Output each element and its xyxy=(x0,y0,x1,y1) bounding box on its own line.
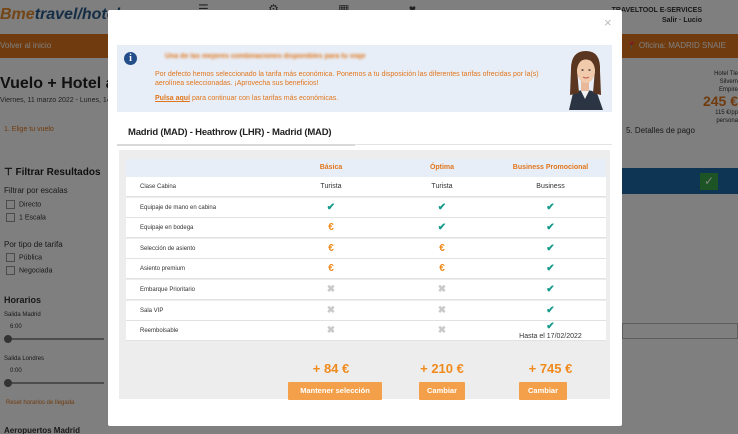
tab-underline xyxy=(117,144,355,146)
info-text: Por defecto hemos seleccionado la tarifa… xyxy=(155,71,539,87)
cross-icon: ✖ xyxy=(291,321,371,341)
check-icon: ✔ xyxy=(546,222,555,234)
euro-icon: € xyxy=(402,259,482,279)
check-icon: ✔ xyxy=(402,218,482,238)
change-optima-button[interactable]: Cambiar xyxy=(419,382,465,400)
info-title: Una de las mejores combinaciones disponi… xyxy=(165,53,366,60)
fare-cell-business: Business xyxy=(536,183,565,190)
cross-icon: ✖ xyxy=(402,321,482,341)
price-optima: + 210 € xyxy=(420,361,464,376)
fare-row-label: Asiento premium xyxy=(140,266,186,273)
fare-row: Asiento premium € € ✔ xyxy=(126,259,606,280)
cross-icon: ✖ xyxy=(291,280,371,300)
cross-icon: ✖ xyxy=(437,284,447,295)
cross-icon: ✖ xyxy=(326,284,336,295)
tab-route[interactable]: Madrid (MAD) - Heathrow (LHR) - Madrid (… xyxy=(128,127,332,138)
fare-row: Equipaje de mano en cabina ✔ ✔ ✔ xyxy=(126,197,606,218)
fare-header-optima: Óptima xyxy=(429,164,455,171)
fare-comparison-card: Básica Óptima Business Promocional Clase… xyxy=(119,150,610,400)
fare-header-basic: Básica xyxy=(319,164,343,171)
divider xyxy=(355,144,612,145)
continue-cheapest-link[interactable]: Pulsa aquí xyxy=(155,95,190,102)
cross-icon: ✖ xyxy=(437,304,447,316)
info-link-text: Pulsa aquí para continuar con las tarifa… xyxy=(155,95,339,102)
fare-cell-optima: Turista xyxy=(431,183,453,190)
check-icon: ✔ xyxy=(546,242,555,254)
cross-icon: ✖ xyxy=(437,325,447,337)
cross-icon: ✖ xyxy=(402,301,482,321)
fare-row: Equipaje en bodega € ✔ ✔ xyxy=(126,218,606,239)
euro-icon: € xyxy=(328,222,334,234)
euro-icon: € xyxy=(291,239,371,259)
fare-row-label: Equipaje en bodega xyxy=(140,225,194,232)
info-banner: i Una de las mejores combinaciones dispo… xyxy=(117,45,612,112)
check-icon: ✔ xyxy=(437,201,447,213)
fare-row: Embarque Prioritario ✖ ✖ ✔ xyxy=(126,280,606,300)
check-icon: ✔ xyxy=(326,201,336,213)
check-icon: ✔ xyxy=(546,201,555,213)
check-icon: ✔ xyxy=(546,263,555,275)
agent-avatar xyxy=(559,47,611,110)
check-icon: ✔ xyxy=(402,198,482,218)
close-icon[interactable]: × xyxy=(604,15,612,30)
euro-icon: € xyxy=(439,263,445,275)
fare-row-label: Selección de asiento xyxy=(140,245,196,252)
price-basic: + 84 € xyxy=(312,361,350,376)
check-icon: ✔ xyxy=(546,284,555,295)
change-business-button[interactable]: Cambiar xyxy=(519,382,567,400)
check-icon: ✔ xyxy=(498,239,603,259)
fare-row: Clase Cabina Turista Turista Business xyxy=(126,177,606,197)
euro-icon: € xyxy=(328,242,334,254)
check-icon: ✔ xyxy=(498,198,603,218)
check-icon: ✔ Hasta el 17/02/2022 xyxy=(498,321,603,341)
fare-row-label: Sala VIP xyxy=(140,307,164,314)
check-icon: ✔ xyxy=(546,321,555,333)
euro-icon: € xyxy=(402,239,482,259)
check-icon: ✔ xyxy=(498,218,603,238)
price-business: + 745 € xyxy=(528,361,573,376)
check-icon: ✔ xyxy=(291,198,371,218)
fare-prices: + 84 € + 210 € + 745 € Mantener selecció… xyxy=(126,361,606,409)
keep-selection-button[interactable]: Mantener selección xyxy=(288,382,382,400)
check-icon: ✔ xyxy=(498,280,603,300)
fare-header-business: Business Promocional xyxy=(512,164,589,171)
fare-table-header: Básica Óptima Business Promocional xyxy=(126,159,606,177)
cross-icon: ✖ xyxy=(326,325,336,337)
fare-row-label: Equipaje de mano en cabina xyxy=(140,204,217,211)
cross-icon: ✖ xyxy=(402,280,482,300)
euro-icon: € xyxy=(291,218,371,238)
fare-row-label: Clase Cabina xyxy=(140,184,177,190)
check-icon: ✔ xyxy=(498,259,603,279)
info-icon: i xyxy=(124,52,137,65)
fare-cell-basic: Turista xyxy=(320,183,342,190)
fare-row-label: Embarque Prioritario xyxy=(140,287,196,293)
fare-upgrade-modal: × i Una de las mejores combinaciones dis… xyxy=(108,10,622,426)
euro-icon: € xyxy=(328,263,334,275)
check-icon: ✔ xyxy=(498,301,603,321)
refund-deadline: Hasta el 17/02/2022 xyxy=(519,333,582,341)
check-icon: ✔ xyxy=(546,304,555,316)
fare-row: Sala VIP ✖ ✖ ✔ xyxy=(126,300,606,321)
cross-icon: ✖ xyxy=(291,301,371,321)
check-icon: ✔ xyxy=(437,222,447,234)
cross-icon: ✖ xyxy=(326,304,336,316)
euro-icon: € xyxy=(439,242,445,254)
euro-icon: € xyxy=(291,259,371,279)
fare-row-label: Reembolsable xyxy=(140,328,179,335)
fare-row: Selección de asiento € € ✔ xyxy=(126,238,606,259)
fare-row: Reembolsable ✖ ✖ ✔ Hasta el 17/02/2022 xyxy=(126,321,606,342)
